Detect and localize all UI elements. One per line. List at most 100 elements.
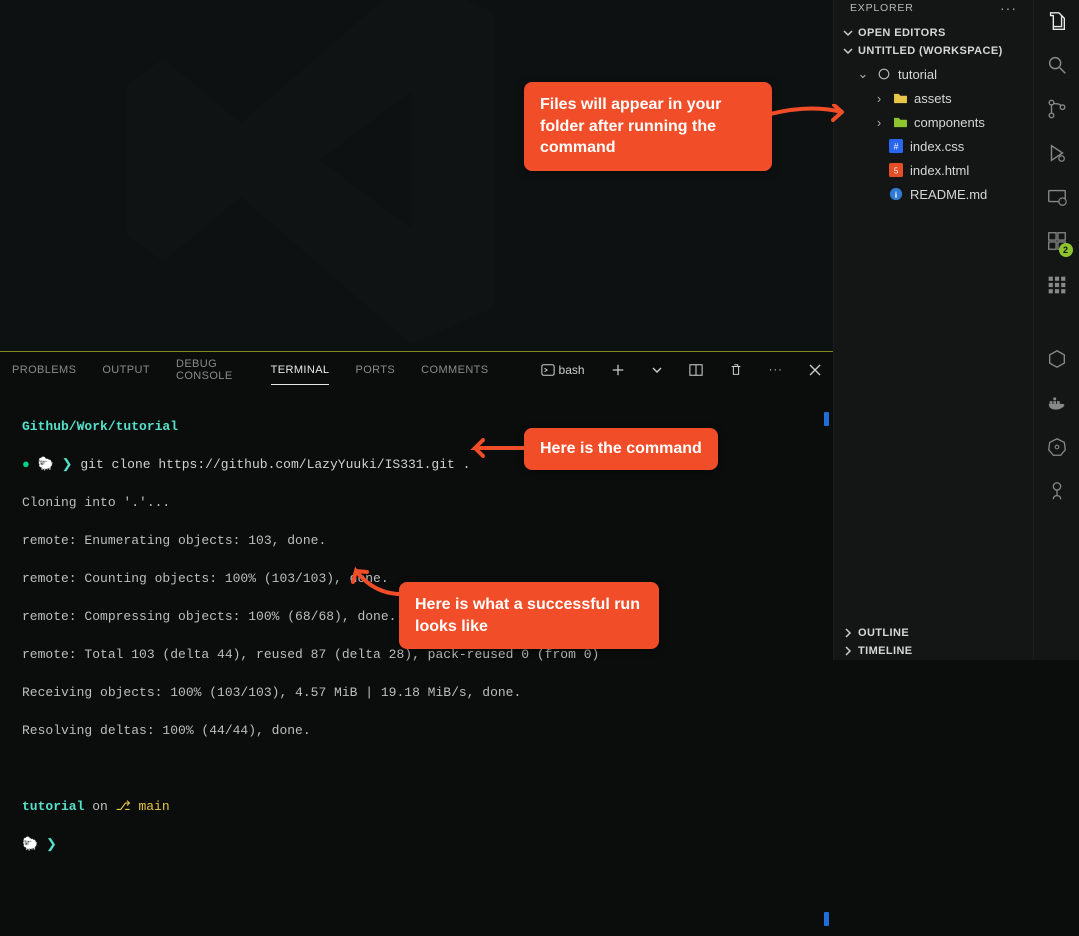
split-icon (689, 363, 703, 377)
html-file-icon: 5 (888, 162, 904, 178)
tab-output[interactable]: OUTPUT (102, 356, 150, 384)
terminal-box-icon (541, 363, 555, 377)
outline-label: OUTLINE (858, 627, 909, 639)
terminal-output-line: remote: Enumerating objects: 103, done. (22, 531, 811, 550)
terminal-scroll-marker (824, 412, 829, 426)
tree-label: assets (914, 91, 952, 106)
activity-extensions-button[interactable]: 2 (1044, 228, 1070, 254)
activity-explorer-button[interactable] (1044, 8, 1070, 34)
shell-name: bash (559, 363, 585, 377)
sheep-emoji-icon: 🐑 (22, 835, 38, 854)
tree-label: index.html (910, 163, 969, 178)
sheep-emoji-icon: 🐑 (38, 455, 54, 474)
activity-search-button[interactable] (1044, 52, 1070, 78)
terminal-output-line: Cloning into '.'... (22, 493, 811, 512)
activity-source-control-button[interactable] (1044, 96, 1070, 122)
activity-remote-button[interactable] (1044, 184, 1070, 210)
prompt-chevron-icon: ❯ (62, 457, 73, 472)
terminal-shell-picker[interactable]: bash (541, 363, 585, 377)
tab-ports[interactable]: PORTS (355, 356, 395, 384)
tree-folder-assets[interactable]: › assets (840, 86, 1027, 110)
chevron-right-icon (842, 627, 854, 639)
tab-problems[interactable]: PROBLEMS (12, 356, 76, 384)
file-tree: ⌄ tutorial › assets › components # index… (834, 60, 1033, 624)
callout-text: Files will appear in your folder after r… (540, 96, 721, 156)
timeline-section[interactable]: TIMELINE (834, 642, 1033, 660)
svg-text:#: # (894, 142, 899, 152)
new-terminal-button[interactable] (611, 361, 625, 379)
chevron-right-icon: › (872, 91, 886, 106)
callout-success: Here is what a successful run looks like (399, 582, 659, 649)
chevron-down-icon (652, 365, 662, 375)
hexagon-icon (1046, 348, 1068, 370)
vscode-watermark-icon (80, 0, 540, 351)
split-terminal-button[interactable] (689, 361, 703, 379)
files-icon (1046, 10, 1068, 32)
panel-tabs: PROBLEMS OUTPUT DEBUG CONSOLE TERMINAL P… (0, 352, 833, 388)
callout-files: Files will appear in your folder after r… (524, 82, 772, 171)
callout-arrow-icon (770, 104, 845, 134)
ellipsis-icon: ··· (769, 364, 783, 376)
terminal-dropdown-button[interactable] (651, 361, 663, 379)
search-icon (1046, 54, 1068, 76)
extensions-badge: 2 (1059, 243, 1073, 257)
kubernetes-icon (1046, 436, 1068, 458)
tree-root-tutorial[interactable]: ⌄ tutorial (840, 62, 1027, 86)
folder-outline-icon (876, 66, 892, 82)
open-editors-label: OPEN EDITORS (858, 27, 946, 39)
prompt-on: on (84, 799, 115, 814)
tree-label: index.css (910, 139, 964, 154)
activity-bar: 2 (1033, 0, 1079, 660)
terminal-output-line: Resolving deltas: 100% (44/44), done. (22, 721, 811, 740)
prompt-status-icon: ● (22, 457, 30, 472)
timeline-label: TIMELINE (858, 645, 913, 657)
chevron-down-icon (842, 27, 854, 39)
chevron-down-icon (842, 45, 854, 57)
source-control-icon (1046, 98, 1068, 120)
callout-command: Here is the command (524, 428, 718, 470)
info-file-icon: i (888, 186, 904, 202)
activity-hex-button[interactable] (1044, 346, 1070, 372)
folder-icon (892, 90, 908, 106)
tree-folder-components[interactable]: › components (840, 110, 1027, 134)
tree-label: components (914, 115, 985, 130)
open-editors-section[interactable]: OPEN EDITORS (834, 24, 1033, 42)
activity-docker-button[interactable] (1044, 390, 1070, 416)
tree-label: README.md (910, 187, 987, 202)
prompt-branch: main (138, 799, 169, 814)
explorer-header: EXPLORER ··· (834, 0, 1033, 24)
explorer-title: EXPLORER (850, 2, 914, 14)
outline-section[interactable]: OUTLINE (834, 624, 1033, 642)
activity-gitlens-button[interactable] (1044, 478, 1070, 504)
plus-icon (611, 363, 625, 377)
chevron-down-icon: ⌄ (856, 66, 870, 82)
terminal-command: git clone https://github.com/LazyYuuki/I… (80, 457, 470, 472)
explorer-more-button[interactable]: ··· (1000, 0, 1017, 16)
workspace-section[interactable]: UNTITLED (WORKSPACE) (834, 42, 1033, 60)
grid-icon (1047, 275, 1067, 295)
panel-close-button[interactable] (809, 361, 821, 379)
tab-terminal[interactable]: TERMINAL (271, 356, 330, 385)
kill-terminal-button[interactable] (729, 361, 743, 379)
editor-empty-area (0, 0, 833, 351)
activity-apps-button[interactable] (1044, 272, 1070, 298)
trash-icon (729, 363, 743, 377)
css-file-icon: # (888, 138, 904, 154)
panel-more-button[interactable]: ··· (769, 361, 783, 379)
terminal-output-line: Receiving objects: 100% (103/103), 4.57 … (22, 683, 811, 702)
tree-label: tutorial (898, 67, 937, 82)
tree-file-readme[interactable]: i README.md (840, 182, 1027, 206)
terminal-cwd: Github/Work/tutorial (22, 419, 178, 434)
play-debug-icon (1046, 142, 1068, 164)
terminal-content[interactable]: Github/Work/tutorial ● 🐑 ❯ git clone htt… (0, 388, 833, 936)
tree-file-index-html[interactable]: 5 index.html (840, 158, 1027, 182)
docker-icon (1046, 392, 1068, 414)
tree-file-index-css[interactable]: # index.css (840, 134, 1027, 158)
activity-run-debug-button[interactable] (1044, 140, 1070, 166)
remote-icon (1046, 186, 1068, 208)
tab-comments[interactable]: COMMENTS (421, 356, 488, 384)
prompt-chevron-icon: ❯ (46, 837, 57, 852)
activity-kubernetes-button[interactable] (1044, 434, 1070, 460)
terminal-scroll-marker (824, 912, 829, 926)
tab-debug-console[interactable]: DEBUG CONSOLE (176, 350, 245, 390)
